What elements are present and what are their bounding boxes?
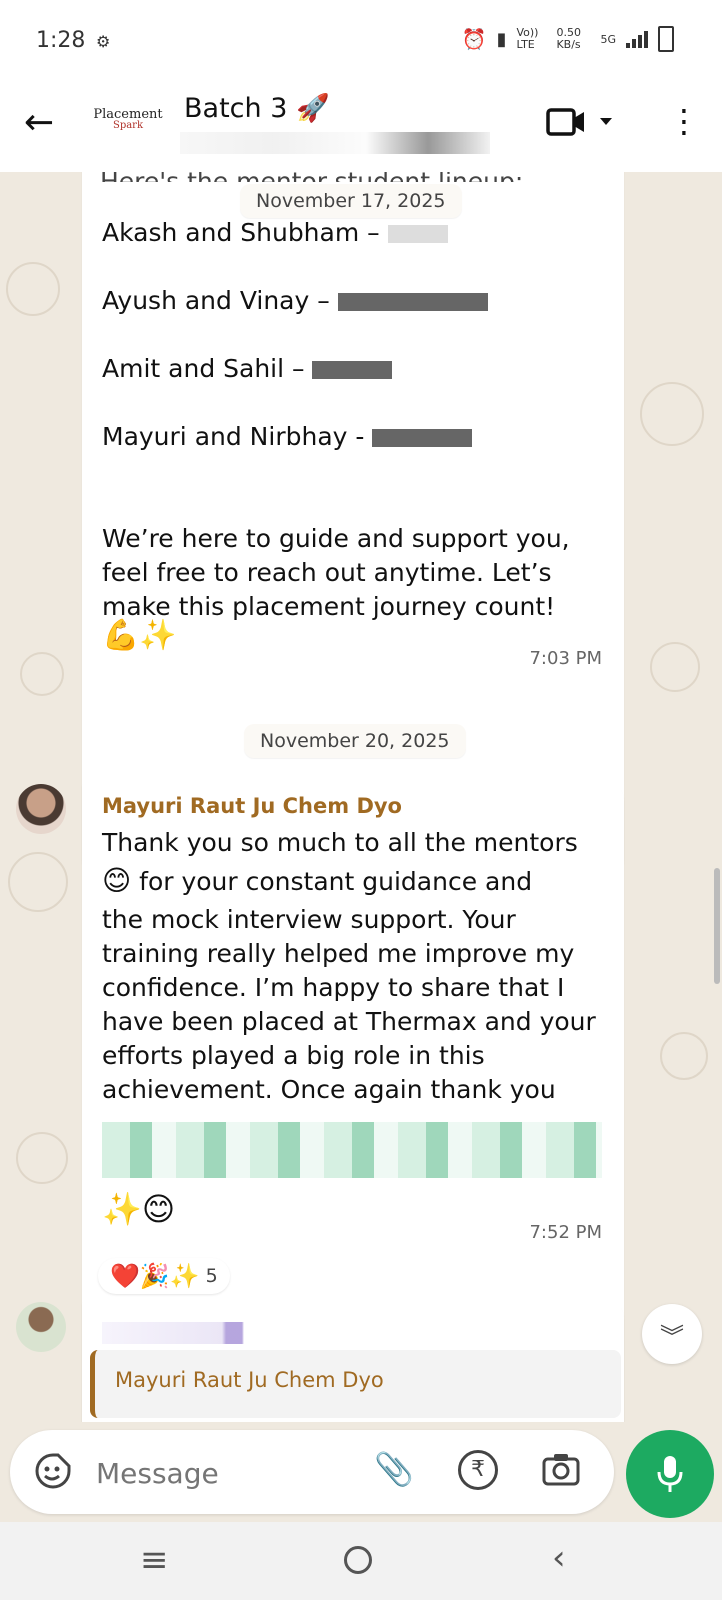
signal-icon [626, 30, 648, 48]
battery-icon [658, 26, 674, 52]
group-title-text: Batch 3 [184, 93, 288, 124]
system-nav-bar: ≡ ‹ [0, 1522, 722, 1600]
payment-rupee-icon[interactable]: ₹ [458, 1450, 498, 1490]
wifi-calling-icon: ⚙ [96, 32, 111, 51]
reaction-emojis: ❤️🎉✨ [110, 1262, 200, 1290]
message-input[interactable] [94, 1448, 358, 1498]
rocket-emoji: 🚀 [295, 93, 330, 124]
date-chip: November 20, 2025 [244, 724, 466, 758]
network-label: 5G [600, 32, 616, 46]
lineup-line-1: Akash and Shubham – [102, 216, 448, 250]
redacted-link[interactable] [102, 1122, 602, 1178]
sender-name[interactable]: Mayuri Raut Ju Chem Dyo [102, 794, 402, 818]
flex-emoji: 💪✨ [102, 618, 177, 653]
message-time: 7:52 PM [529, 1222, 602, 1243]
sender-avatar[interactable] [16, 1302, 66, 1352]
more-options-icon[interactable]: ⋮ [668, 102, 700, 140]
chat-area[interactable]: Here's the mentor-student lineup: Akash … [0, 172, 722, 1422]
message-bubble-3[interactable]: Mayuri Raut Ju Chem Dyo [82, 1300, 624, 1422]
message-bubble-1[interactable]: Here's the mentor-student lineup: Akash … [82, 172, 624, 878]
reactions-pill[interactable]: ❤️🎉✨ 5 [98, 1258, 230, 1294]
scrollbar[interactable] [714, 868, 720, 984]
lineup-line-3: Amit and Sahil – [102, 352, 393, 386]
message-text: Thank you so much to all the mentors 😊 f… [102, 828, 596, 1104]
partial-header-text: Here's the mentor-student lineup: [100, 172, 610, 182]
recents-icon[interactable]: ≡ [140, 1540, 169, 1580]
volte-label: Vo)) LTE [516, 26, 539, 51]
double-chevron-down-icon: ︾ [660, 1322, 684, 1351]
group-members-redacted [180, 132, 490, 154]
sticker-icon[interactable] [34, 1452, 72, 1494]
vibrate-icon: ▮ [496, 28, 507, 50]
back-arrow-icon[interactable]: ← [24, 102, 54, 143]
scroll-down-button[interactable]: ︾ [642, 1304, 702, 1364]
reaction-count: 5 [205, 1265, 218, 1287]
back-icon[interactable]: ‹ [552, 1538, 566, 1578]
quoted-reply[interactable]: Mayuri Raut Ju Chem Dyo [90, 1350, 621, 1418]
redacted-sender [102, 1322, 302, 1344]
closing-text: We’re here to guide and support you, fee… [102, 524, 570, 621]
message-time: 7:03 PM [529, 648, 602, 669]
status-bar: 1:28 ⚙ ⏰ ▮ Vo)) LTE 0.50 KB/s 5G [0, 0, 722, 80]
home-icon[interactable] [344, 1546, 372, 1574]
group-avatar[interactable]: Placement Spark [92, 108, 164, 131]
attach-icon[interactable]: 📎 [374, 1450, 414, 1488]
group-title[interactable]: Batch 3 🚀 [184, 92, 330, 124]
message-input-bar[interactable]: 📎 ₹ [10, 1430, 614, 1514]
sparkle-smile-emoji: ✨😊 [102, 1190, 176, 1228]
status-time: 1:28 [36, 28, 86, 53]
speed-label: 0.50 KB/s [556, 26, 581, 51]
chat-header: ← Placement Spark Batch 3 🚀 ⋮ [0, 80, 722, 172]
mic-icon [657, 1456, 683, 1492]
video-call-icon[interactable] [546, 106, 616, 142]
lineup-line-4: Mayuri and Nirbhay - [102, 420, 473, 454]
date-chip-sticky: November 17, 2025 [240, 184, 462, 218]
smile-emoji: 😊 [102, 864, 132, 897]
alarm-icon: ⏰ [461, 27, 487, 51]
status-icons: ⏰ ▮ Vo)) LTE 0.50 KB/s 5G [462, 26, 674, 52]
sender-avatar[interactable] [16, 784, 66, 834]
quoted-sender: Mayuri Raut Ju Chem Dyo [115, 1368, 384, 1392]
camera-icon[interactable] [542, 1452, 580, 1490]
lineup-line-2: Ayush and Vinay – [102, 284, 488, 318]
voice-record-button[interactable] [626, 1430, 714, 1518]
logo-line2: Spark [112, 120, 144, 131]
